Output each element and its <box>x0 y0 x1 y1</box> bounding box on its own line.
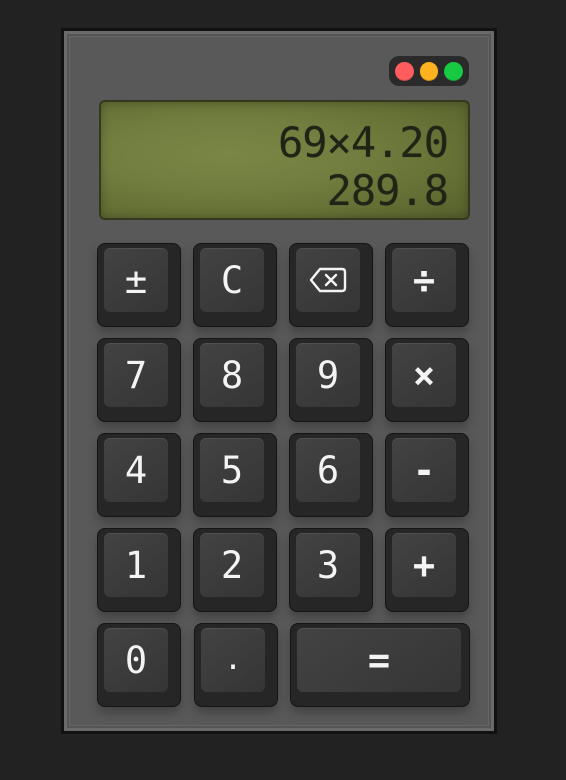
plus-minus-label: ± <box>104 248 168 312</box>
digit-5-button[interactable]: 5 <box>193 433 277 517</box>
backspace-face <box>296 248 360 312</box>
digit-9-label: 9 <box>296 343 360 407</box>
minus-button[interactable]: - <box>385 433 469 517</box>
plus-label: + <box>392 533 456 597</box>
digit-6-button[interactable]: 6 <box>289 433 373 517</box>
window-controls <box>389 56 469 86</box>
minus-label: - <box>392 438 456 502</box>
digit-9-button[interactable]: 9 <box>289 338 373 422</box>
divide-button[interactable]: ÷ <box>385 243 469 327</box>
calculator-body: 69×4.20 289.8 ± C ÷ 7 8 9 × 4 5 6 - 1 2 … <box>69 36 489 726</box>
backspace-button[interactable] <box>289 243 373 327</box>
digit-8-label: 8 <box>200 343 264 407</box>
clear-label: C <box>200 248 264 312</box>
plus-minus-button[interactable]: ± <box>97 243 181 327</box>
decimal-label: . <box>201 628 265 692</box>
minimize-icon[interactable] <box>419 61 439 81</box>
calculator-display: 69×4.20 289.8 <box>99 100 470 220</box>
backspace-icon <box>309 267 347 293</box>
digit-7-button[interactable]: 7 <box>97 338 181 422</box>
multiply-label: × <box>392 343 456 407</box>
maximize-icon[interactable] <box>444 61 464 81</box>
decimal-button[interactable]: . <box>194 623 278 707</box>
clear-button[interactable]: C <box>193 243 277 327</box>
plus-button[interactable]: + <box>385 528 469 612</box>
digit-3-label: 3 <box>296 533 360 597</box>
digit-0-label: 0 <box>104 628 168 692</box>
digit-3-button[interactable]: 3 <box>289 528 373 612</box>
display-result: 289.8 <box>326 166 449 215</box>
multiply-button[interactable]: × <box>385 338 469 422</box>
digit-4-button[interactable]: 4 <box>97 433 181 517</box>
digit-5-label: 5 <box>200 438 264 502</box>
digit-6-label: 6 <box>296 438 360 502</box>
close-icon[interactable] <box>395 61 414 81</box>
display-expression: 69×4.20 <box>277 118 449 167</box>
calculator-window: 69×4.20 289.8 ± C ÷ 7 8 9 × 4 5 6 - 1 2 … <box>61 28 497 734</box>
digit-0-button[interactable]: 0 <box>97 623 181 707</box>
digit-2-button[interactable]: 2 <box>193 528 277 612</box>
digit-1-label: 1 <box>104 533 168 597</box>
divide-label: ÷ <box>392 248 456 312</box>
digit-2-label: 2 <box>200 533 264 597</box>
equals-button[interactable]: = <box>290 623 470 707</box>
digit-7-label: 7 <box>104 343 168 407</box>
digit-1-button[interactable]: 1 <box>97 528 181 612</box>
equals-label: = <box>297 628 461 692</box>
digit-8-button[interactable]: 8 <box>193 338 277 422</box>
digit-4-label: 4 <box>104 438 168 502</box>
